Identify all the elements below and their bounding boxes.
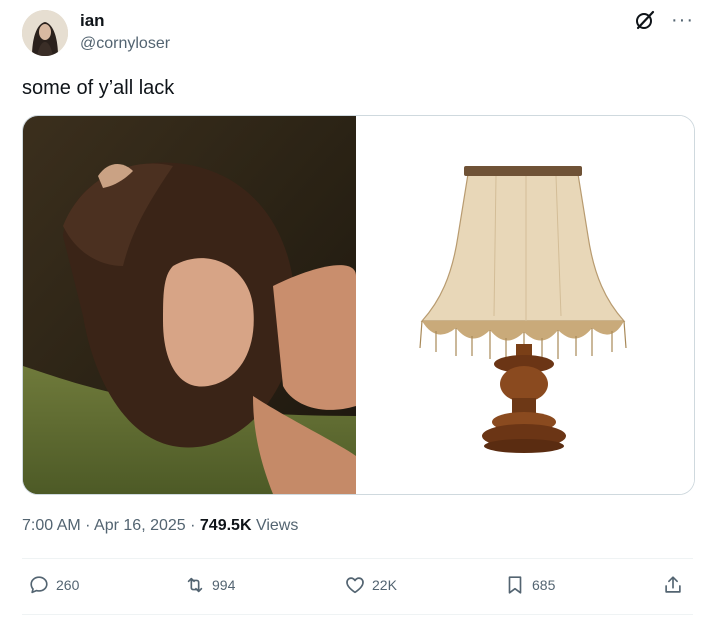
share-button[interactable]: [662, 574, 684, 596]
media-grid: [22, 115, 695, 495]
share-icon: [665, 576, 681, 593]
like-button[interactable]: 22K: [344, 574, 397, 596]
media-image-left[interactable]: [23, 116, 356, 494]
display-name[interactable]: ian: [80, 10, 105, 32]
tweet-text: some of y’all lack: [22, 77, 175, 99]
tweet-time[interactable]: 7:00 AM: [22, 517, 81, 534]
meta-separator: ·: [85, 517, 91, 534]
more-icon[interactable]: ···: [671, 10, 694, 30]
meta-separator: ·: [190, 517, 196, 534]
divider: [22, 558, 693, 559]
tweet-metadata: 7:00 AM · Apr 16, 2025 · 749.5K Views: [22, 516, 298, 536]
reply-count: 260: [56, 577, 80, 593]
repost-count: 994: [212, 577, 236, 593]
bookmark-icon: [508, 576, 522, 594]
reply-icon: [30, 576, 48, 594]
heart-icon: [346, 577, 364, 594]
repost-button[interactable]: 994: [184, 574, 235, 596]
like-count: 22K: [372, 577, 397, 593]
views-label: Views: [255, 517, 299, 534]
bookmark-count: 685: [532, 577, 556, 593]
reply-button[interactable]: 260: [28, 574, 79, 596]
views-count: 749.5K: [199, 517, 252, 534]
bookmark-button[interactable]: 685: [504, 574, 555, 596]
grok-icon[interactable]: [633, 8, 657, 32]
repost-icon: [187, 577, 203, 593]
action-bar: 260 994 22K 685: [22, 574, 693, 602]
divider: [22, 614, 693, 615]
tweet-date[interactable]: Apr 16, 2025: [94, 517, 186, 534]
tweet-header-actions: ···: [633, 8, 694, 32]
tweet: ian @cornyloser ··· some of y’all lack 7…: [0, 0, 710, 621]
user-handle[interactable]: @cornyloser: [80, 34, 170, 54]
avatar[interactable]: [22, 10, 68, 56]
media-image-right[interactable]: [356, 116, 694, 494]
